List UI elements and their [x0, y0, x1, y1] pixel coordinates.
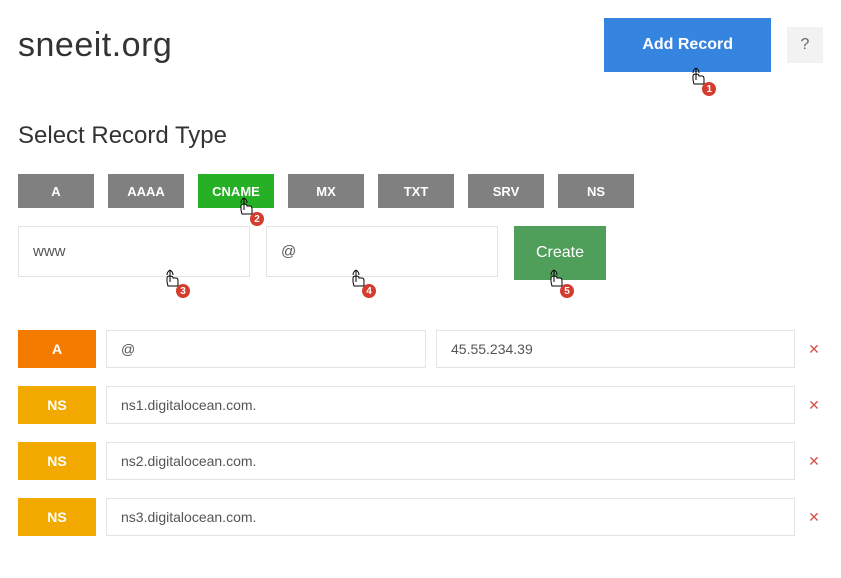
record-name[interactable]: ns1.digitalocean.com. [106, 386, 795, 424]
type-aaaa[interactable]: AAAA [108, 174, 184, 208]
type-srv[interactable]: SRV [468, 174, 544, 208]
record-type-badge: NS [18, 386, 96, 424]
domain-title: sneeit.org [18, 26, 172, 65]
delete-record-icon[interactable]: ✕ [805, 386, 823, 424]
type-cname[interactable]: CNAME [198, 174, 274, 208]
record-name[interactable]: ns2.digitalocean.com. [106, 442, 795, 480]
record-type-badge: NS [18, 498, 96, 536]
record-name[interactable]: @ [106, 330, 426, 368]
add-record-button[interactable]: Add Record [604, 18, 771, 72]
help-button[interactable]: ? [787, 27, 823, 63]
table-row: NS ns3.digitalocean.com. ✕ [18, 498, 823, 536]
delete-record-icon[interactable]: ✕ [805, 442, 823, 480]
table-row: A @ 45.55.234.39 ✕ [18, 330, 823, 368]
table-row: NS ns1.digitalocean.com. ✕ [18, 386, 823, 424]
type-a[interactable]: A [18, 174, 94, 208]
record-value[interactable]: 45.55.234.39 [436, 330, 795, 368]
record-type-tabs: A AAAA CNAME 2 MX TXT SRV NS [18, 174, 823, 208]
section-title: Select Record Type [18, 122, 823, 150]
type-ns[interactable]: NS [558, 174, 634, 208]
delete-record-icon[interactable]: ✕ [805, 330, 823, 368]
table-row: NS ns2.digitalocean.com. ✕ [18, 442, 823, 480]
record-type-badge: A [18, 330, 96, 368]
type-mx[interactable]: MX [288, 174, 364, 208]
delete-record-icon[interactable]: ✕ [805, 498, 823, 536]
record-type-badge: NS [18, 442, 96, 480]
record-name[interactable]: ns3.digitalocean.com. [106, 498, 795, 536]
target-input[interactable] [266, 226, 498, 277]
type-txt[interactable]: TXT [378, 174, 454, 208]
hostname-input[interactable] [18, 226, 250, 277]
create-button[interactable]: Create [514, 226, 606, 280]
